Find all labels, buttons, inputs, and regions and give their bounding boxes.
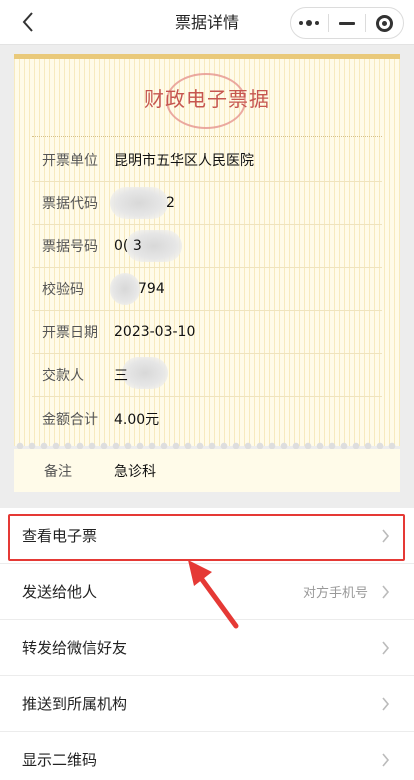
action-list: 查看电子票 发送给他人 对方手机号 转发给微信好友 推送到所属机构 显示二维码: [0, 508, 414, 780]
action-hint: 对方手机号: [302, 586, 368, 601]
remark-label: 备注: [44, 463, 72, 480]
field-value-wrap: 2: [110, 187, 382, 219]
minimize-icon: [339, 21, 355, 25]
field-check-code: 校验码 794: [32, 268, 382, 311]
field-label: 校验码: [42, 282, 84, 298]
push-to-institution-item[interactable]: 推送到所属机构: [0, 676, 414, 732]
privacy-blur: [122, 357, 168, 389]
field-label: 开票日期: [42, 325, 98, 341]
field-value: 794: [138, 281, 165, 297]
chevron-right-icon: [378, 696, 392, 711]
field-value: 2023-03-10: [114, 324, 196, 340]
action-label: 显示二维码: [22, 751, 98, 769]
show-qr-code-item[interactable]: 显示二维码: [0, 732, 414, 780]
close-target-icon: [376, 14, 394, 32]
field-label: 票据号码: [42, 239, 98, 255]
action-label: 查看电子票: [22, 527, 98, 545]
nav-bar: 票据详情: [0, 0, 414, 45]
chevron-right-icon: [378, 528, 392, 543]
receipt-title: 财政电子票据: [144, 87, 270, 111]
remark-row: 备注 急诊科: [14, 449, 400, 492]
action-label: 发送给他人: [22, 583, 98, 601]
action-label: 推送到所属机构: [22, 695, 128, 713]
remark-value: 急诊科: [114, 463, 156, 480]
chevron-right-icon: [378, 584, 392, 599]
field-label: 票据代码: [42, 196, 98, 212]
field-payer: 交款人 三: [32, 354, 382, 397]
field-value-wrap: 794: [110, 273, 382, 305]
more-dots-icon: [299, 20, 320, 26]
receipt-card: 财政电子票据 开票单位 昆明市五华区人民医院 票据代码 2 票据号码 0( 3 …: [14, 54, 400, 450]
field-bill-number: 票据号码 0( 3: [32, 225, 382, 268]
close-button[interactable]: [366, 8, 403, 38]
receipt-divider: [32, 136, 382, 137]
field-value: 4.00元: [114, 411, 160, 428]
mini-program-capsule: [290, 7, 404, 39]
minimize-button[interactable]: [329, 8, 366, 38]
field-value: 0( 3: [114, 238, 142, 254]
field-label: 开票单位: [42, 153, 98, 169]
field-value: 三: [114, 368, 128, 384]
receipt-fields: 开票单位 昆明市五华区人民医院 票据代码 2 票据号码 0( 3 校验码 794: [32, 139, 382, 440]
field-value: 昆明市五华区人民医院: [114, 153, 254, 169]
field-total-amount: 金额合计 4.00元: [32, 397, 382, 440]
more-button[interactable]: [291, 8, 328, 38]
chevron-right-icon: [378, 752, 392, 767]
field-bill-code: 票据代码 2: [32, 182, 382, 225]
field-value-wrap: 0( 3: [114, 230, 382, 262]
action-label: 转发给微信好友: [22, 639, 128, 657]
privacy-blur: [110, 187, 168, 219]
field-value-wrap: 三: [114, 357, 382, 389]
privacy-blur: [110, 273, 140, 305]
field-value: 2: [166, 195, 175, 211]
field-label: 交款人: [42, 368, 84, 384]
field-label: 金额合计: [42, 411, 98, 428]
field-issue-date: 开票日期 2023-03-10: [32, 311, 382, 354]
chevron-right-icon: [378, 640, 392, 655]
annotation-arrow-icon: [188, 560, 239, 629]
field-issuer: 开票单位 昆明市五华区人民医院: [32, 139, 382, 182]
